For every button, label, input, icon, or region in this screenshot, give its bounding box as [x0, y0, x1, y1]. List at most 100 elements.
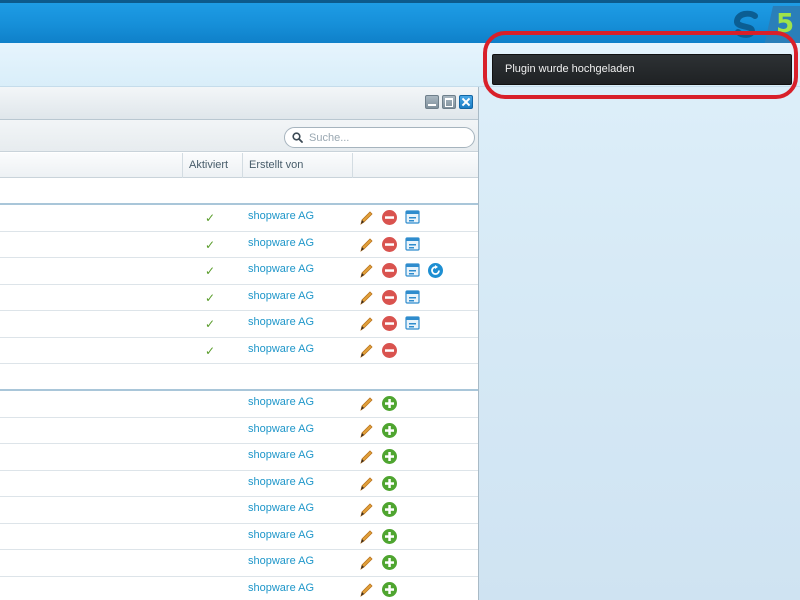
activated-check-icon: ✓ [205, 343, 216, 358]
author-link[interactable]: shopware AG [248, 423, 314, 435]
search-input[interactable] [309, 131, 459, 144]
highlight-annotation [483, 31, 798, 99]
table-row[interactable]: ✓ shopware AG [0, 231, 478, 258]
edit-icon[interactable] [358, 554, 375, 571]
author-link[interactable]: shopware AG [248, 529, 314, 541]
row-actions [358, 475, 398, 492]
edit-icon[interactable] [358, 395, 375, 412]
table-row[interactable]: ✓ shopware AG [0, 205, 478, 232]
author-link[interactable]: shopware AG [248, 396, 314, 408]
window-header[interactable] [0, 87, 478, 120]
config-icon[interactable] [404, 289, 421, 306]
column-header-author[interactable]: Erstellt von [242, 153, 352, 178]
author-link[interactable]: shopware AG [248, 290, 314, 302]
table-row[interactable]: shopware AG [0, 444, 478, 471]
row-actions [358, 342, 398, 359]
table-row[interactable]: shopware AG [0, 470, 478, 497]
edit-icon[interactable] [358, 475, 375, 492]
row-actions [358, 262, 444, 279]
row-actions [358, 422, 398, 439]
uninstall-icon[interactable] [381, 342, 398, 359]
table-row[interactable]: ✓ shopware AG [0, 337, 478, 364]
group-header [0, 364, 478, 391]
table-row[interactable]: shopware AG [0, 523, 478, 550]
edit-icon[interactable] [358, 289, 375, 306]
install-icon[interactable] [381, 581, 398, 598]
plugin-rows: ✓ shopware AG ✓ shopware AG ✓ shopware AG ✓ sho… [0, 178, 478, 600]
activated-check-icon: ✓ [205, 237, 216, 252]
row-actions [358, 581, 398, 598]
row-actions [358, 395, 398, 412]
activated-check-icon: ✓ [205, 317, 216, 331]
column-headers: Aktiviert Erstellt von [0, 153, 478, 178]
author-link[interactable]: shopware AG [248, 210, 314, 222]
edit-icon[interactable] [358, 236, 375, 253]
table-row[interactable]: shopware AG [0, 497, 478, 524]
row-actions [358, 315, 421, 332]
edit-icon[interactable] [358, 501, 375, 518]
install-icon[interactable] [381, 528, 398, 545]
uninstall-icon[interactable] [381, 236, 398, 253]
edit-icon[interactable] [358, 422, 375, 439]
edit-icon[interactable] [358, 315, 375, 332]
window-controls [425, 95, 473, 109]
row-actions [358, 501, 398, 518]
row-actions [358, 289, 421, 306]
edit-icon[interactable] [358, 528, 375, 545]
close-button[interactable] [459, 95, 473, 109]
edit-icon[interactable] [358, 342, 375, 359]
table-row[interactable]: shopware AG [0, 550, 478, 577]
author-link[interactable]: shopware AG [248, 263, 314, 275]
uninstall-icon[interactable] [381, 262, 398, 279]
author-link[interactable]: shopware AG [248, 555, 314, 567]
column-header-actions[interactable] [352, 153, 478, 178]
group-header [0, 178, 478, 205]
table-row[interactable]: shopware AG [0, 576, 478, 600]
install-icon[interactable] [381, 422, 398, 439]
activated-check-icon: ✓ [205, 290, 216, 305]
config-icon[interactable] [404, 262, 421, 279]
plugin-manager-window: Aktiviert Erstellt von ✓ shopware AG ✓ shop… [0, 87, 479, 600]
activated-check-icon: ✓ [205, 211, 216, 225]
table-row[interactable]: ✓ shopware AG [0, 284, 478, 311]
install-icon[interactable] [381, 395, 398, 412]
author-link[interactable]: shopware AG [248, 582, 314, 594]
row-actions [358, 236, 421, 253]
uninstall-icon[interactable] [381, 289, 398, 306]
search-field[interactable] [284, 127, 475, 148]
author-link[interactable]: shopware AG [248, 502, 314, 514]
uninstall-icon[interactable] [381, 209, 398, 226]
author-link[interactable]: shopware AG [248, 316, 314, 328]
author-link[interactable]: shopware AG [248, 343, 314, 355]
author-link[interactable]: shopware AG [248, 449, 314, 461]
row-actions [358, 209, 421, 226]
row-actions [358, 448, 398, 465]
edit-icon[interactable] [358, 581, 375, 598]
grid-toolbar [0, 120, 478, 152]
search-icon [292, 132, 303, 143]
config-icon[interactable] [404, 315, 421, 332]
edit-icon[interactable] [358, 209, 375, 226]
config-icon[interactable] [404, 236, 421, 253]
uninstall-icon[interactable] [381, 315, 398, 332]
table-row[interactable]: shopware AG [0, 391, 478, 418]
install-icon[interactable] [381, 501, 398, 518]
table-row[interactable]: shopware AG [0, 417, 478, 444]
row-actions [358, 528, 398, 545]
install-icon[interactable] [381, 448, 398, 465]
minimize-button[interactable] [425, 95, 439, 109]
author-link[interactable]: shopware AG [248, 237, 314, 249]
install-icon[interactable] [381, 554, 398, 571]
config-icon[interactable] [404, 209, 421, 226]
install-icon[interactable] [381, 475, 398, 492]
author-link[interactable]: shopware AG [248, 476, 314, 488]
edit-icon[interactable] [358, 448, 375, 465]
maximize-button[interactable] [442, 95, 456, 109]
edit-icon[interactable] [358, 262, 375, 279]
table-row[interactable]: ✓ shopware AG [0, 258, 478, 285]
activated-check-icon: ✓ [205, 264, 216, 278]
reinstall-icon[interactable] [427, 262, 444, 279]
table-row[interactable]: ✓ shopware AG [0, 311, 478, 338]
row-actions [358, 554, 398, 571]
column-header-activated[interactable]: Aktiviert [182, 153, 242, 178]
